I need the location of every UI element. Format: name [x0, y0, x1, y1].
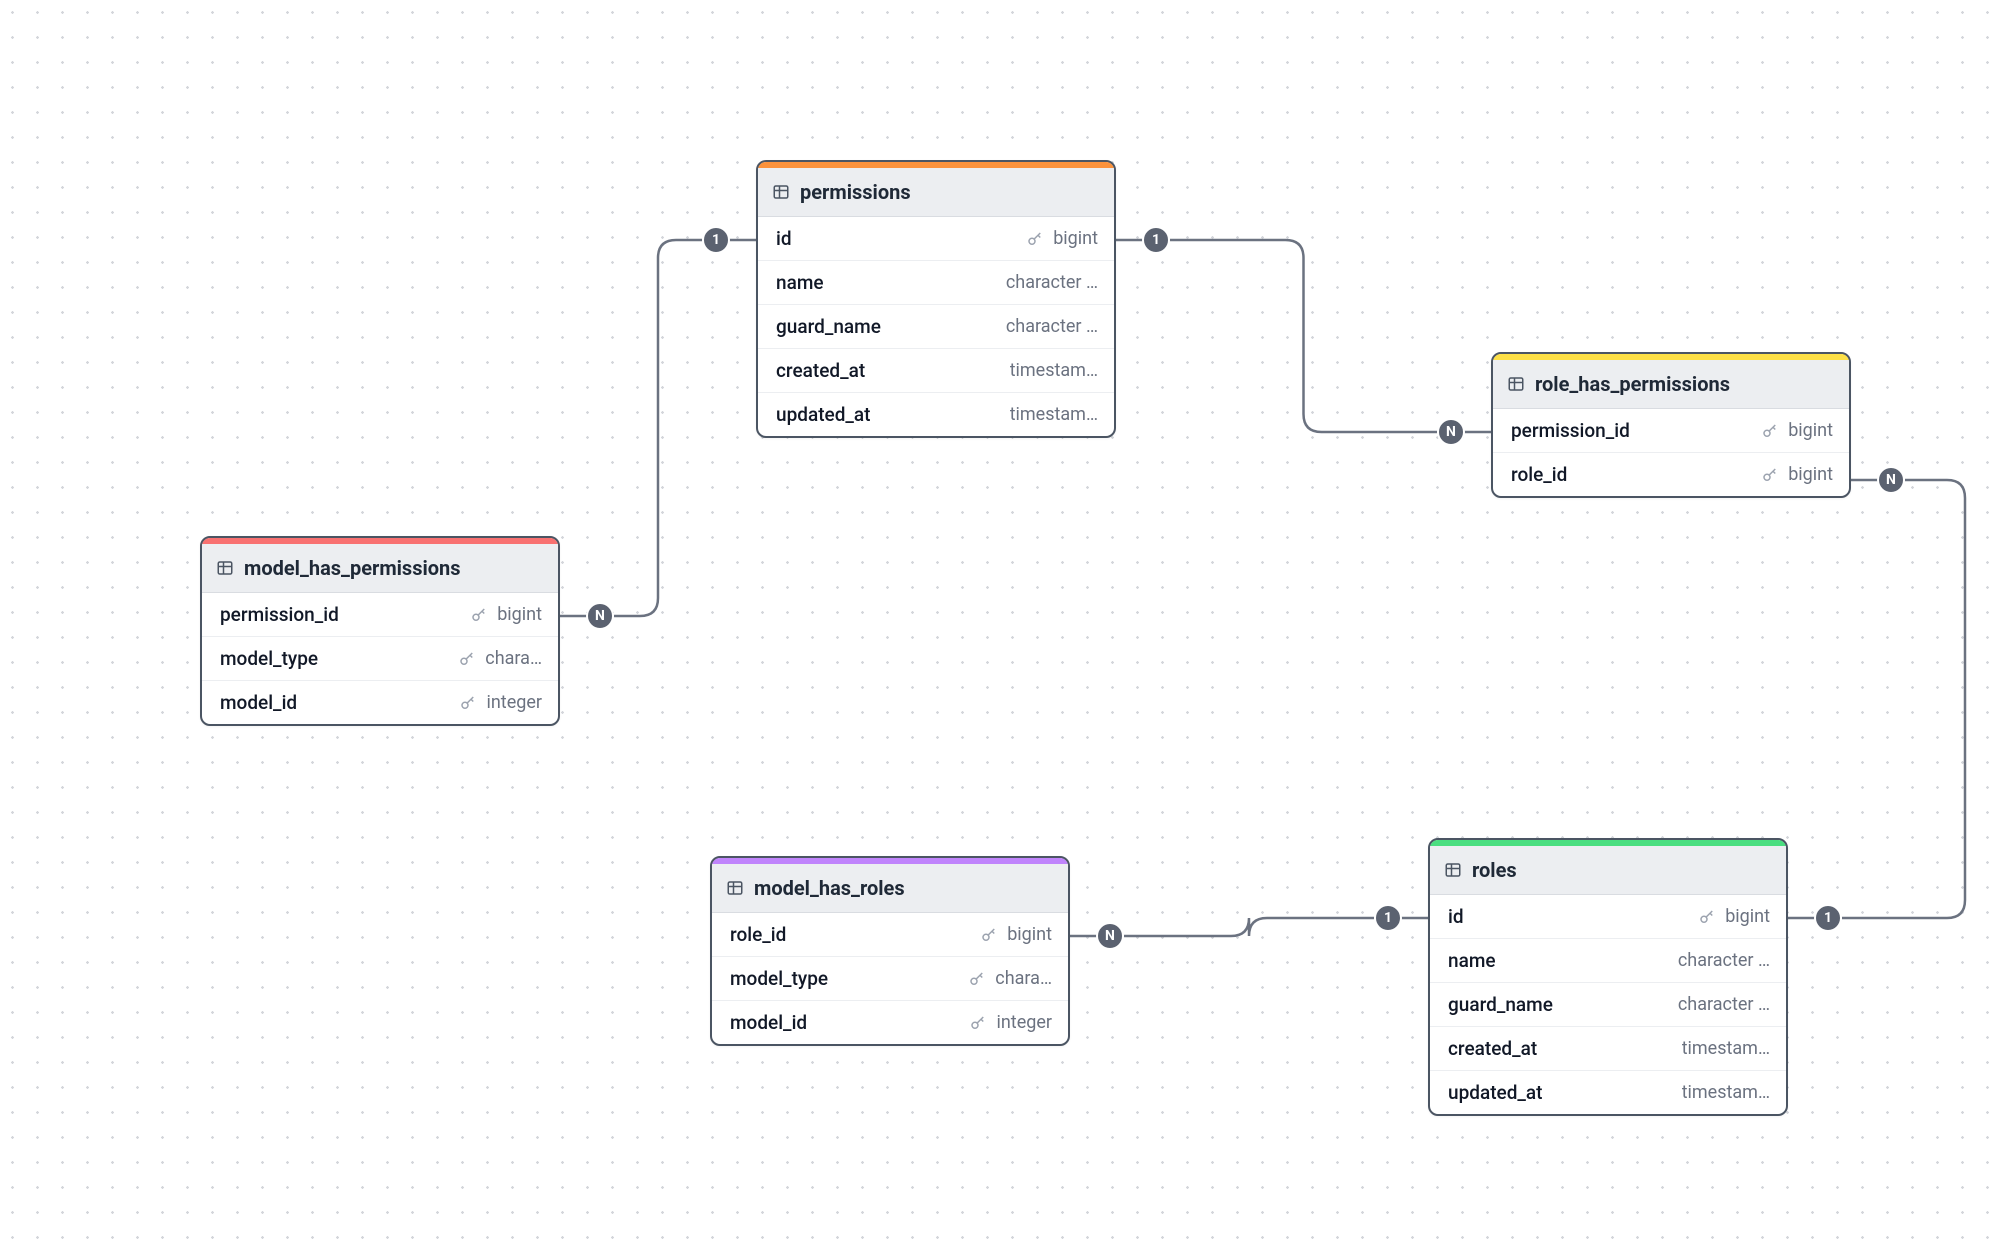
- column-name: role_id: [1511, 463, 1762, 486]
- column-type: bigint: [1053, 228, 1098, 249]
- column-type: bigint: [497, 604, 542, 625]
- column-row[interactable]: model_type chara…: [712, 957, 1068, 1001]
- column-row[interactable]: id bigint: [1430, 895, 1786, 939]
- relation-edge: [614, 240, 702, 616]
- column-type: character …: [1678, 994, 1770, 1015]
- cardinality-badge: N: [1437, 418, 1465, 446]
- relation-edge: [1170, 240, 1437, 432]
- column-row[interactable]: model_type chara…: [202, 637, 558, 681]
- column-name: created_at: [1448, 1037, 1656, 1060]
- column-name: model_id: [730, 1011, 970, 1034]
- column-row[interactable]: created_at timestam…: [758, 349, 1114, 393]
- column-type: timestam…: [1010, 360, 1098, 381]
- column-name: name: [776, 271, 980, 294]
- column-type: bigint: [1725, 906, 1770, 927]
- column-name: guard_name: [776, 315, 980, 338]
- cardinality-badge: 1: [702, 226, 730, 254]
- key-icon: [1026, 230, 1044, 248]
- cardinality-badge: N: [586, 602, 614, 630]
- table-name: permissions: [800, 180, 911, 204]
- column-row[interactable]: guard_name character …: [1430, 983, 1786, 1027]
- table-name: model_has_roles: [754, 876, 905, 900]
- table-model_has_permissions[interactable]: model_has_permissions permission_id bigint…: [200, 536, 560, 726]
- column-type: bigint: [1007, 924, 1052, 945]
- column-name: model_type: [220, 647, 459, 670]
- table-header[interactable]: model_has_permissions: [202, 544, 558, 593]
- column-name: updated_at: [1448, 1081, 1656, 1104]
- column-type: timestam…: [1682, 1038, 1770, 1059]
- table-header[interactable]: role_has_permissions: [1493, 360, 1849, 409]
- table-icon: [1444, 861, 1462, 879]
- column-row[interactable]: updated_at timestam…: [1430, 1071, 1786, 1114]
- table-icon: [726, 879, 744, 897]
- column-type: chara…: [995, 968, 1052, 989]
- table-model_has_roles[interactable]: model_has_roles role_id bigint model_type ch…: [710, 856, 1070, 1046]
- column-name: role_id: [730, 923, 981, 946]
- key-icon: [1698, 908, 1716, 926]
- cardinality-badge: 1: [1814, 904, 1842, 932]
- key-icon: [968, 970, 986, 988]
- column-type: integer: [996, 1012, 1052, 1033]
- column-name: id: [776, 227, 1027, 250]
- column-name: created_at: [776, 359, 984, 382]
- column-type: bigint: [1788, 420, 1833, 441]
- table-roles[interactable]: roles id bigint name character … guard_name ch…: [1428, 838, 1788, 1116]
- key-icon: [459, 694, 477, 712]
- key-icon: [458, 650, 476, 668]
- column-name: model_id: [220, 691, 460, 714]
- column-type: integer: [486, 692, 542, 713]
- table-role_has_permissions[interactable]: role_has_permissionspermission_idbigintr…: [1491, 352, 1851, 498]
- column-type: timestam…: [1682, 1082, 1770, 1103]
- column-row[interactable]: updated_at timestam…: [758, 393, 1114, 436]
- column-name: guard_name: [1448, 993, 1652, 1016]
- column-type: character …: [1678, 950, 1770, 971]
- column-type: bigint: [1788, 464, 1833, 485]
- column-row[interactable]: guard_name character …: [758, 305, 1114, 349]
- column-type: character …: [1006, 316, 1098, 337]
- column-row[interactable]: name character …: [1430, 939, 1786, 983]
- table-header[interactable]: model_has_roles: [712, 864, 1068, 913]
- cardinality-badge: 1: [1374, 904, 1402, 932]
- table-icon: [216, 559, 234, 577]
- relation-edge: [1124, 918, 1374, 936]
- column-type: timestam…: [1010, 404, 1098, 425]
- column-type: chara…: [485, 648, 542, 669]
- cardinality-badge: 1: [1142, 226, 1170, 254]
- cardinality-badge: N: [1096, 922, 1124, 950]
- table-icon: [1507, 375, 1525, 393]
- cardinality-badge: N: [1877, 466, 1905, 494]
- erd-canvas[interactable]: permissionsidbigintnamecharacter …guard_…: [0, 0, 2000, 1240]
- column-row[interactable]: model_id integer: [202, 681, 558, 724]
- column-name: model_type: [730, 967, 969, 990]
- column-name: updated_at: [776, 403, 984, 426]
- key-icon: [470, 606, 488, 624]
- key-icon: [980, 926, 998, 944]
- column-name: permission_id: [1511, 419, 1762, 442]
- table-permissions[interactable]: permissionsidbigintnamecharacter …guard_…: [756, 160, 1116, 438]
- key-icon: [969, 1014, 987, 1032]
- column-row[interactable]: permission_id bigint: [1493, 409, 1849, 453]
- column-row[interactable]: id bigint: [758, 217, 1114, 261]
- column-row[interactable]: role_id bigint: [1493, 453, 1849, 496]
- column-row[interactable]: name character …: [758, 261, 1114, 305]
- column-row[interactable]: model_id integer: [712, 1001, 1068, 1044]
- column-type: character …: [1006, 272, 1098, 293]
- column-name: name: [1448, 949, 1652, 972]
- key-icon: [1761, 422, 1779, 440]
- relation-edge: [1842, 480, 1965, 918]
- column-name: id: [1448, 905, 1699, 928]
- table-header[interactable]: roles: [1430, 846, 1786, 895]
- table-name: role_has_permissions: [1535, 372, 1730, 396]
- table-icon: [772, 183, 790, 201]
- column-name: permission_id: [220, 603, 471, 626]
- column-row[interactable]: role_id bigint: [712, 913, 1068, 957]
- key-icon: [1761, 466, 1779, 484]
- column-row[interactable]: created_at timestam…: [1430, 1027, 1786, 1071]
- column-row[interactable]: permission_id bigint: [202, 593, 558, 637]
- table-name: roles: [1472, 858, 1517, 882]
- table-header[interactable]: permissions: [758, 168, 1114, 217]
- table-name: model_has_permissions: [244, 556, 461, 580]
